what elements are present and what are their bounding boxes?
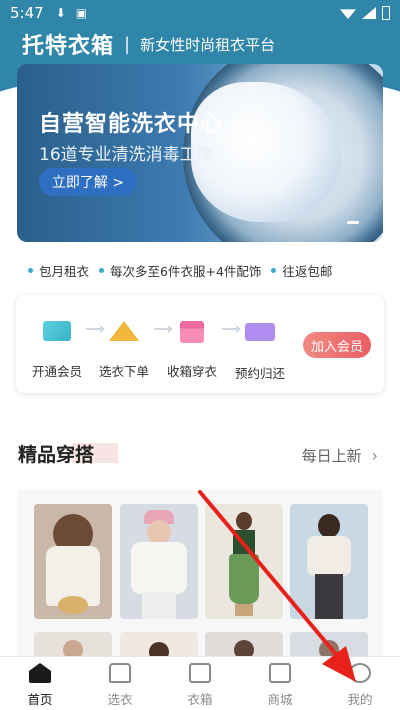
brand-header: 托特衣箱 | 新女性时尚租衣平台 (22, 28, 275, 60)
tab-wardrobe[interactable]: 衣箱 (170, 663, 230, 708)
tab-label: 商城 (267, 692, 293, 707)
daily-new-label: 每日上新 (301, 447, 362, 465)
home-icon (29, 663, 51, 683)
tab-choose-clothes[interactable]: 选衣 (90, 663, 150, 708)
daily-new-link[interactable]: 每日上新 › (302, 445, 378, 466)
download-icon: ⬇ (55, 6, 66, 20)
banner-subtitle: 16道专业清洗消毒工序 (39, 145, 214, 165)
feature-item: 包月租衣 (28, 261, 89, 280)
tab-store[interactable]: 商城 (250, 663, 310, 708)
app-screen: 5:47 ⬇ ▣ 托特衣箱 | 新女性时尚租衣平台 自营智能洗衣中心 16道专业… (0, 0, 400, 710)
tab-label: 衣箱 (187, 692, 213, 707)
profile-icon (349, 663, 371, 683)
battery-icon (382, 6, 390, 20)
membership-steps-card: 开通会员 选衣下单 收箱穿衣 预约归还 加入会员 (16, 295, 384, 393)
step-label: 预约归还 (234, 366, 285, 381)
signal-icon (362, 7, 376, 19)
wifi-icon (340, 9, 356, 19)
tab-profile[interactable]: 我的 (330, 663, 390, 708)
feature-label: 每次多至6件衣服+4件配饰 (110, 264, 262, 279)
step-open-membership[interactable]: 开通会员 (22, 317, 92, 380)
tab-label: 我的 (347, 692, 373, 707)
step-choose-order[interactable]: 选衣下单 (89, 317, 159, 380)
step-label: 收箱穿衣 (166, 364, 217, 379)
delivery-truck-icon (245, 323, 275, 351)
membership-card-icon (42, 321, 72, 349)
step-label: 开通会员 (31, 364, 82, 379)
step-receive-wear[interactable]: 收箱穿衣 (157, 317, 227, 380)
tab-label: 选衣 (107, 692, 133, 707)
promo-banner[interactable]: 自营智能洗衣中心 16道专业清洗消毒工序 立即了解 > (17, 64, 383, 242)
feature-item: 往返包邮 (271, 261, 332, 280)
status-right (340, 6, 390, 20)
feature-list: 包月租衣 每次多至6件衣服+4件配饰 往返包邮 (28, 261, 332, 280)
section-title: 精品穿搭 (18, 444, 95, 466)
feature-label: 包月租衣 (39, 264, 90, 279)
feature-label: 往返包邮 (282, 264, 333, 279)
bottom-tab-bar: 首页 选衣 衣箱 商城 我的 (0, 656, 400, 710)
outfit-grid (17, 490, 383, 670)
notification-a-icon: ▣ (75, 6, 88, 20)
feature-item: 每次多至6件衣服+4件配饰 (99, 261, 261, 280)
hanger-icon (109, 321, 139, 349)
learn-more-button[interactable]: 立即了解 > (39, 168, 137, 196)
status-time: 5:47 (10, 4, 44, 22)
bullet-dot (99, 268, 105, 273)
outfit-card[interactable] (34, 504, 112, 619)
shirt-icon (109, 663, 131, 683)
tab-label: 首页 (27, 692, 53, 707)
outfit-card[interactable] (120, 504, 198, 619)
bullet-dot (28, 268, 33, 273)
outfit-card[interactable] (290, 504, 368, 619)
join-membership-button[interactable]: 加入会员 (303, 332, 371, 358)
step-schedule-return[interactable]: 预约归还 (225, 317, 295, 382)
banner-title: 自营智能洗衣中心 (39, 112, 224, 137)
chevron-right-icon: › (371, 446, 378, 465)
outfit-card[interactable] (205, 504, 283, 619)
app-title: 托特衣箱 (22, 34, 115, 59)
box-icon (177, 321, 207, 349)
app-slogan: 新女性时尚租衣平台 (140, 35, 276, 54)
carousel-indicator (347, 221, 359, 224)
wardrobe-icon (189, 663, 211, 683)
bullet-dot (271, 268, 277, 273)
status-bar: 5:47 ⬇ ▣ (0, 0, 400, 26)
title-separator: | (124, 33, 131, 55)
store-icon (269, 663, 291, 683)
step-label: 选衣下单 (98, 364, 149, 379)
tab-home[interactable]: 首页 (10, 663, 70, 708)
